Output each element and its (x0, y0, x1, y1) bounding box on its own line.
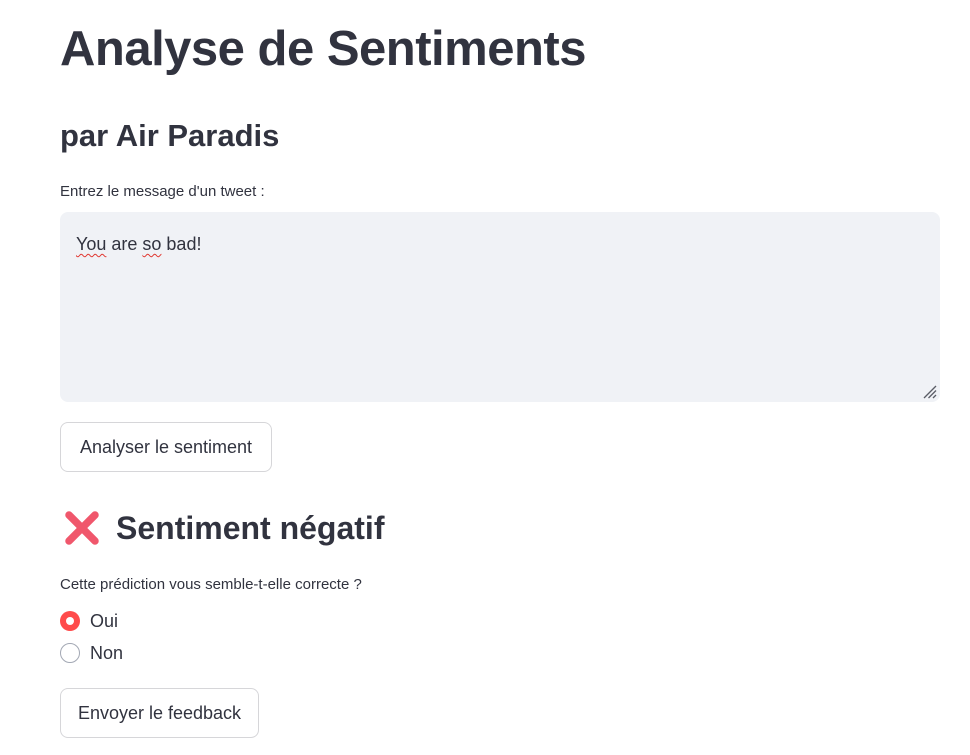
textarea-word: bad! (161, 234, 202, 254)
resize-handle-icon[interactable] (921, 383, 937, 399)
sentiment-result-label: Sentiment négatif (116, 510, 385, 546)
radio-option-label: Non (90, 643, 124, 663)
radio-unselected-icon[interactable] (60, 643, 80, 663)
sentiment-result: Sentiment négatif (60, 504, 384, 552)
textarea-word: are (106, 234, 143, 254)
feedback-question: Cette prédiction vous semble-t-elle corr… (60, 576, 362, 593)
tweet-input-label: Entrez le message d'un tweet : (60, 183, 265, 200)
misspelled-word: so (142, 234, 162, 254)
page-title: Analyse de Sentiments (60, 22, 586, 76)
page-subtitle: par Air Paradis (60, 118, 280, 153)
analyse-sentiment-button[interactable]: Analyser le sentiment (60, 422, 272, 472)
radio-option-oui[interactable]: Oui (60, 608, 118, 634)
radio-option-non[interactable]: Non (60, 640, 123, 666)
send-feedback-button[interactable]: Envoyer le feedback (60, 688, 259, 738)
radio-selected-icon[interactable] (60, 611, 80, 631)
cross-mark-icon (65, 511, 99, 545)
tweet-textarea[interactable]: You are so bad! (60, 212, 940, 402)
misspelled-word: You (76, 234, 107, 254)
app-page: Analyse de Sentiments par Air Paradis En… (0, 0, 970, 755)
tweet-textarea-value[interactable]: You are so bad! (76, 231, 201, 257)
radio-option-label: Oui (90, 611, 119, 631)
